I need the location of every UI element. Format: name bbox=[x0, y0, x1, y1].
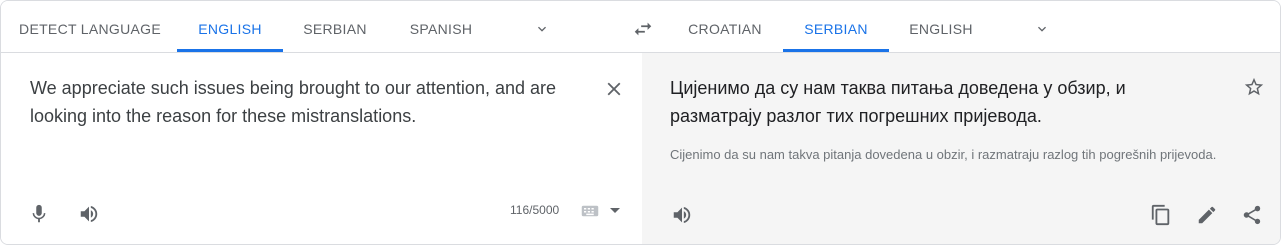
save-translation-button[interactable] bbox=[1240, 73, 1268, 101]
source-listen-button[interactable] bbox=[75, 200, 103, 228]
copy-icon bbox=[1151, 204, 1170, 226]
star-icon bbox=[1244, 77, 1264, 96]
translation-text: Цијенимо да су нам таква питања доведена… bbox=[670, 78, 1126, 126]
input-tools-menu-button[interactable] bbox=[607, 203, 623, 219]
transliteration-text: Cijenimo da su nam takva pitanja doveden… bbox=[670, 147, 1217, 162]
chevron-down-icon bbox=[538, 26, 546, 32]
tab-source-spanish[interactable]: SPANISH bbox=[399, 1, 483, 53]
tab-source-serbian[interactable]: SERBIAN bbox=[293, 1, 377, 53]
character-count: 116/5000 bbox=[510, 203, 560, 217]
language-bar: DETECT LANGUAGE ENGLISH SERBIAN SPANISH … bbox=[1, 1, 1280, 53]
pencil-icon bbox=[1198, 206, 1216, 224]
swap-arrows-icon bbox=[634, 22, 652, 36]
keyboard-button[interactable] bbox=[579, 203, 601, 219]
translate-widget: DETECT LANGUAGE ENGLISH SERBIAN SPANISH … bbox=[0, 0, 1281, 245]
copy-translation-button[interactable] bbox=[1147, 201, 1175, 229]
swap-languages-button[interactable] bbox=[629, 15, 657, 43]
clear-source-button[interactable] bbox=[600, 75, 628, 103]
tab-target-serbian[interactable]: SERBIAN bbox=[783, 1, 889, 53]
microphone-button[interactable] bbox=[25, 200, 53, 228]
tab-source-english[interactable]: ENGLISH bbox=[177, 1, 283, 53]
speaker-icon bbox=[673, 206, 691, 224]
microphone-icon bbox=[32, 204, 46, 223]
caret-down-icon bbox=[610, 208, 620, 213]
translation-listen-button[interactable] bbox=[668, 201, 696, 229]
source-panel: We appreciate such issues being brought … bbox=[1, 53, 642, 244]
tab-detect-language[interactable]: DETECT LANGUAGE bbox=[15, 1, 165, 53]
share-icon bbox=[1243, 205, 1261, 225]
chevron-down-icon bbox=[1038, 26, 1046, 32]
tab-target-croatian[interactable]: CROATIAN bbox=[681, 1, 769, 53]
target-panel: Цијенимо да су нам таква питања доведена… bbox=[642, 53, 1280, 244]
target-more-languages-button[interactable] bbox=[1028, 15, 1056, 43]
close-icon bbox=[607, 82, 621, 96]
source-more-languages-button[interactable] bbox=[528, 15, 556, 43]
keyboard-icon bbox=[581, 205, 599, 217]
suggest-edit-button[interactable] bbox=[1193, 201, 1221, 229]
tab-target-english[interactable]: ENGLISH bbox=[899, 1, 983, 53]
share-translation-button[interactable] bbox=[1238, 201, 1266, 229]
speaker-icon bbox=[80, 205, 98, 223]
source-text-input[interactable]: We appreciate such issues being brought … bbox=[30, 74, 590, 130]
